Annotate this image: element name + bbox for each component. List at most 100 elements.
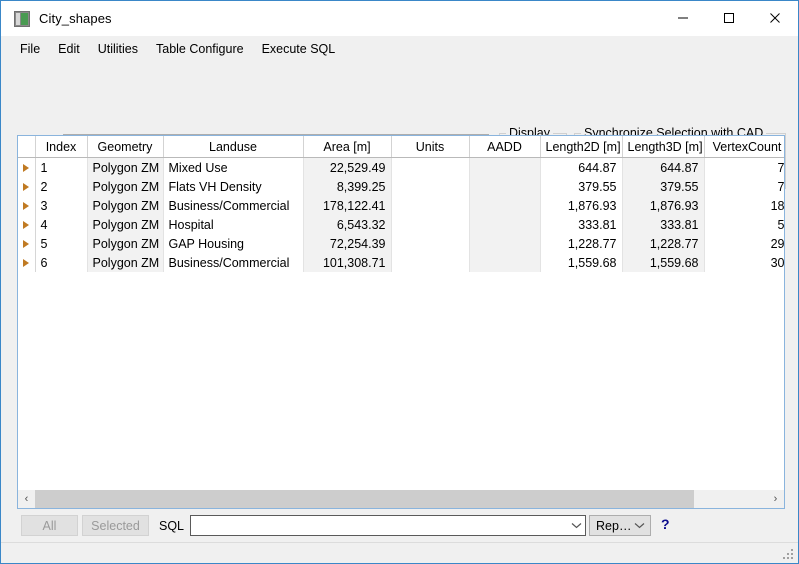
cell-units[interactable] — [391, 157, 470, 177]
scroll-right-icon[interactable]: › — [767, 490, 784, 508]
row-marker[interactable] — [18, 196, 36, 215]
row-marker[interactable] — [18, 234, 36, 253]
cell-landuse[interactable]: GAP Housing — [163, 234, 304, 253]
table-window-icon — [14, 10, 30, 27]
menu-item-file[interactable]: File — [11, 39, 49, 59]
row-marker-triangle-icon — [23, 182, 30, 191]
scrollbar-thumb[interactable] — [35, 490, 694, 508]
cell-units[interactable] — [391, 196, 470, 215]
cell-aadd[interactable] — [469, 234, 541, 253]
menu-item-execute-sql[interactable]: Execute SQL — [253, 39, 345, 59]
row-marker[interactable] — [18, 157, 36, 177]
cell-units[interactable] — [391, 253, 470, 272]
table-editor-window: City_shapes File Edit Utilities Table Co… — [0, 0, 799, 564]
cell-aadd[interactable] — [469, 177, 541, 196]
cell-index[interactable]: 4 — [35, 215, 88, 234]
sql-mode-select[interactable]: Replace — [589, 515, 651, 536]
cell-length2d[interactable]: 1,228.77 — [540, 234, 623, 253]
cell-index[interactable]: 1 — [35, 157, 88, 177]
maximize-button[interactable] — [706, 1, 752, 35]
cell-area[interactable]: 178,122.41 — [303, 196, 392, 215]
column-header-vertexcount[interactable]: VertexCount — [704, 136, 784, 158]
cell-vertexcount[interactable]: 7 — [704, 157, 784, 177]
cell-length2d[interactable]: 1,559.68 — [540, 253, 623, 272]
cell-index[interactable]: 2 — [35, 177, 88, 196]
menu-item-edit[interactable]: Edit — [49, 39, 89, 59]
table-row[interactable]: 5 Polygon ZM GAP Housing 72,254.39 1,228.77 1… — [18, 234, 784, 253]
cell-index[interactable]: 6 — [35, 253, 88, 272]
cell-geometry[interactable]: Polygon ZM — [87, 234, 164, 253]
column-header-landuse[interactable]: Landuse — [163, 136, 304, 158]
column-header-length2d[interactable]: Length2D [m] — [540, 136, 623, 158]
cell-landuse[interactable]: Business/Commercial — [163, 253, 304, 272]
menu-item-table-configure[interactable]: Table Configure — [147, 39, 253, 59]
cell-units[interactable] — [391, 177, 470, 196]
chevron-down-icon — [632, 522, 646, 529]
minimize-button[interactable] — [660, 1, 706, 35]
cell-geometry[interactable]: Polygon ZM — [87, 177, 164, 196]
cell-aadd[interactable] — [469, 157, 541, 177]
cell-length2d[interactable]: 379.55 — [540, 177, 623, 196]
column-header-geometry[interactable]: Geometry — [87, 136, 164, 158]
table-row[interactable]: 1 Polygon ZM Mixed Use 22,529.49 644.87 644.8… — [18, 157, 784, 177]
cell-aadd[interactable] — [469, 196, 541, 215]
cell-length3d[interactable]: 644.87 — [622, 157, 705, 177]
cell-units[interactable] — [391, 234, 470, 253]
column-header-aadd[interactable]: AADD — [469, 136, 541, 158]
cell-length2d[interactable]: 644.87 — [540, 157, 623, 177]
cell-area[interactable]: 72,254.39 — [303, 234, 392, 253]
cell-area[interactable]: 101,308.71 — [303, 253, 392, 272]
cell-vertexcount[interactable]: 29 — [704, 234, 784, 253]
cell-landuse[interactable]: Business/Commercial — [163, 196, 304, 215]
cell-length3d[interactable]: 1,228.77 — [622, 234, 705, 253]
close-button[interactable] — [752, 1, 798, 35]
cell-area[interactable]: 8,399.25 — [303, 177, 392, 196]
cell-units[interactable] — [391, 215, 470, 234]
column-header-length3d[interactable]: Length3D [m] — [622, 136, 705, 158]
help-icon[interactable]: ? — [661, 516, 670, 532]
table-row[interactable]: 3 Polygon ZM Business/Commercial 178,122.41… — [18, 196, 784, 215]
cell-geometry[interactable]: Polygon ZM — [87, 215, 164, 234]
scroll-left-icon[interactable]: ‹ — [18, 490, 35, 508]
cell-length3d[interactable]: 1,876.93 — [622, 196, 705, 215]
cell-index[interactable]: 3 — [35, 196, 88, 215]
cell-landuse[interactable]: Hospital — [163, 215, 304, 234]
cell-vertexcount[interactable]: 30 — [704, 253, 784, 272]
table-row[interactable]: 6 Polygon ZM Business/Commercial 101,308.71… — [18, 253, 784, 272]
select-all-button[interactable]: All — [21, 515, 78, 536]
cell-area[interactable]: 6,543.32 — [303, 215, 392, 234]
cell-geometry[interactable]: Polygon ZM — [87, 196, 164, 215]
column-header-units[interactable]: Units — [391, 136, 470, 158]
cell-length3d[interactable]: 333.81 — [622, 215, 705, 234]
scrollbar-track[interactable] — [35, 490, 767, 508]
row-marker[interactable] — [18, 253, 36, 272]
cell-geometry[interactable]: Polygon ZM — [87, 253, 164, 272]
cell-landuse[interactable]: Flats VH Density — [163, 177, 304, 196]
cell-geometry[interactable]: Polygon ZM — [87, 157, 164, 177]
row-marker[interactable] — [18, 215, 36, 234]
cell-aadd[interactable] — [469, 215, 541, 234]
column-header-index[interactable]: Index — [35, 136, 88, 158]
cell-length3d[interactable]: 1,559.68 — [622, 253, 705, 272]
row-marker-triangle-icon — [23, 239, 30, 248]
menu-item-utilities[interactable]: Utilities — [89, 39, 147, 59]
resize-grip-icon[interactable] — [783, 549, 794, 560]
cell-vertexcount[interactable]: 18 — [704, 196, 784, 215]
table-row[interactable]: 2 Polygon ZM Flats VH Density 8,399.25 379.5… — [18, 177, 784, 196]
cell-length2d[interactable]: 333.81 — [540, 215, 623, 234]
chevron-down-icon[interactable] — [569, 522, 583, 529]
sql-input[interactable] — [190, 515, 586, 536]
select-selected-button[interactable]: Selected — [82, 515, 149, 536]
cell-area[interactable]: 22,529.49 — [303, 157, 392, 177]
cell-vertexcount[interactable]: 7 — [704, 177, 784, 196]
cell-index[interactable]: 5 — [35, 234, 88, 253]
cell-vertexcount[interactable]: 5 — [704, 215, 784, 234]
cell-landuse[interactable]: Mixed Use — [163, 157, 304, 177]
cell-length2d[interactable]: 1,876.93 — [540, 196, 623, 215]
row-marker[interactable] — [18, 177, 36, 196]
cell-length3d[interactable]: 379.55 — [622, 177, 705, 196]
table-horizontal-scrollbar[interactable]: ‹ › — [17, 490, 785, 509]
cell-aadd[interactable] — [469, 253, 541, 272]
table-row[interactable]: 4 Polygon ZM Hospital 6,543.32 333.81 333.81 5 — [18, 215, 784, 234]
column-header-area[interactable]: Area [m] — [303, 136, 392, 158]
